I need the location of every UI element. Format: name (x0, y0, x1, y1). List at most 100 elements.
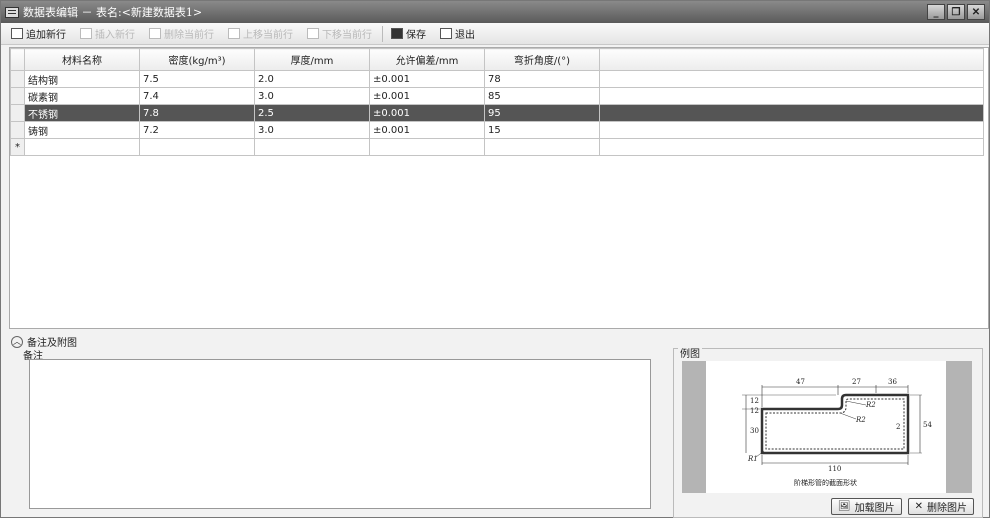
cell[interactable]: 结构钢 (24, 70, 140, 88)
cell[interactable] (369, 138, 485, 156)
row-header[interactable] (10, 87, 25, 105)
cell[interactable]: 铸钢 (24, 121, 140, 139)
cell[interactable]: ±0.001 (369, 104, 485, 122)
cell[interactable]: 碳素钢 (24, 87, 140, 105)
dim-r2b: R2 (855, 416, 866, 424)
table-row-selected[interactable]: 不锈钢 7.8 2.5 ±0.001 95 (10, 104, 984, 122)
row-header[interactable] (10, 104, 25, 122)
filler-cell (599, 138, 984, 156)
table-row[interactable]: 碳素钢 7.4 3.0 ±0.001 85 (10, 87, 984, 105)
column-header[interactable]: 厚度/mm (254, 48, 370, 71)
cell[interactable]: 7.2 (139, 121, 255, 139)
table-row[interactable]: 结构钢 7.5 2.0 ±0.001 78 (10, 70, 984, 88)
cell[interactable] (139, 138, 255, 156)
insert-row-icon (80, 28, 92, 39)
row-header[interactable] (10, 121, 25, 139)
delete-row-button[interactable]: 删除当前行 (145, 25, 218, 43)
restore-button[interactable]: ❐ (947, 4, 965, 20)
filler-cell (599, 121, 984, 139)
notes-group: 备注 (23, 347, 663, 517)
filler-cell (599, 87, 984, 105)
data-grid[interactable]: 材料名称 密度(kg/m³) 厚度/mm 允许偏差/mm 弯折角度/(°) 结构… (9, 47, 989, 329)
add-row-button[interactable]: 追加新行 (7, 25, 70, 43)
cell[interactable] (24, 138, 140, 156)
load-image-label: 加载图片 (854, 503, 895, 514)
new-row[interactable]: * (10, 138, 984, 156)
example-image-group: 例图 47 27 36 R2 R2 R1 110 12 12 30 54 2 阶… (673, 345, 983, 518)
move-up-button[interactable]: 上移当前行 (224, 25, 297, 43)
dim-top2: 27 (852, 378, 861, 386)
cell[interactable]: 78 (484, 70, 600, 88)
cell[interactable] (484, 138, 600, 156)
add-row-icon (11, 28, 23, 39)
cell[interactable]: 3.0 (254, 121, 370, 139)
header-row: 材料名称 密度(kg/m³) 厚度/mm 允许偏差/mm 弯折角度/(°) (10, 48, 984, 71)
load-image-button[interactable]: 🖼 加载图片 (830, 498, 902, 515)
dim-bottom: 110 (828, 465, 841, 473)
table-app-icon (5, 6, 19, 18)
stepped-tube-drawing: 47 27 36 R2 R2 R1 110 12 12 30 54 2 阶梯形管… (742, 378, 932, 487)
delete-icon: ✕ (914, 501, 923, 512)
cell[interactable]: ±0.001 (369, 70, 485, 88)
row-header-corner[interactable] (10, 48, 25, 71)
dim-left1: 12 (750, 397, 759, 405)
save-button[interactable]: 保存 (387, 25, 430, 43)
minimize-button[interactable]: _ (927, 4, 945, 20)
cell[interactable]: 3.0 (254, 87, 370, 105)
row-header[interactable] (10, 70, 25, 88)
cell[interactable] (254, 138, 370, 156)
cell[interactable]: 7.4 (139, 87, 255, 105)
cell[interactable]: 7.8 (139, 104, 255, 122)
cell[interactable]: 95 (484, 104, 600, 122)
move-down-icon (307, 28, 319, 39)
dim-top1: 47 (796, 378, 805, 386)
close-button[interactable]: ✕ (967, 4, 985, 20)
dim-r1: R1 (747, 455, 758, 463)
dim-right: 54 (923, 421, 932, 429)
column-header[interactable]: 密度(kg/m³) (139, 48, 255, 71)
window-title: 数据表编辑 － 表名:<新建数据表1> (23, 6, 203, 19)
cell[interactable]: 2.0 (254, 70, 370, 88)
cell[interactable]: 85 (484, 87, 600, 105)
dim-left2: 12 (750, 407, 759, 415)
exit-button[interactable]: 退出 (436, 25, 479, 43)
chevron-up-icon[interactable]: ︿ (11, 335, 23, 348)
column-header[interactable]: 弯折角度/(°) (484, 48, 600, 71)
example-label: 例图 (678, 345, 702, 360)
column-header[interactable]: 材料名称 (24, 48, 140, 71)
cell[interactable]: 7.5 (139, 70, 255, 88)
move-down-button[interactable]: 下移当前行 (303, 25, 376, 43)
notes-textarea[interactable] (29, 359, 651, 509)
example-image-frame: 47 27 36 R2 R2 R1 110 12 12 30 54 2 阶梯形管… (682, 361, 972, 493)
insert-row-button[interactable]: 插入新行 (76, 25, 139, 43)
delete-image-button[interactable]: ✕ 删除图片 (907, 498, 974, 515)
image-buttons: 🖼 加载图片 ✕ 删除图片 (830, 498, 974, 515)
dim-inner: 2 (896, 423, 900, 431)
new-row-marker: * (10, 138, 25, 156)
window-controls: _ ❐ ✕ (927, 4, 985, 20)
scissors-icon (149, 28, 161, 39)
dim-left3: 30 (750, 427, 759, 435)
move-down-label: 下移当前行 (322, 30, 372, 41)
cell[interactable]: ±0.001 (369, 87, 485, 105)
toolbar: 追加新行 插入新行 删除当前行 上移当前行 下移当前行 保存 退出 (1, 23, 989, 45)
data-table: 材料名称 密度(kg/m³) 厚度/mm 允许偏差/mm 弯折角度/(°) 结构… (10, 48, 984, 156)
exit-label: 退出 (455, 30, 475, 41)
floppy-disk-icon (391, 28, 403, 39)
delete-image-label: 删除图片 (927, 503, 967, 514)
toolbar-separator (382, 25, 383, 42)
save-label: 保存 (406, 30, 426, 41)
move-up-label: 上移当前行 (243, 30, 293, 41)
cell[interactable]: 2.5 (254, 104, 370, 122)
cell[interactable]: 不锈钢 (24, 104, 140, 122)
table-row[interactable]: 铸钢 7.2 3.0 ±0.001 15 (10, 121, 984, 139)
cell[interactable]: ±0.001 (369, 121, 485, 139)
dim-r2a: R2 (865, 401, 876, 409)
cell[interactable]: 15 (484, 121, 600, 139)
add-row-label: 追加新行 (26, 30, 66, 41)
filler-cell (599, 104, 984, 122)
example-image: 47 27 36 R2 R2 R1 110 12 12 30 54 2 阶梯形管… (706, 361, 946, 493)
data-table-editor-window: 数据表编辑 － 表名:<新建数据表1> _ ❐ ✕ 追加新行 插入新行 删除当前… (0, 0, 990, 518)
title-bar[interactable]: 数据表编辑 － 表名:<新建数据表1> _ ❐ ✕ (1, 1, 989, 23)
column-header[interactable]: 允许偏差/mm (369, 48, 485, 71)
